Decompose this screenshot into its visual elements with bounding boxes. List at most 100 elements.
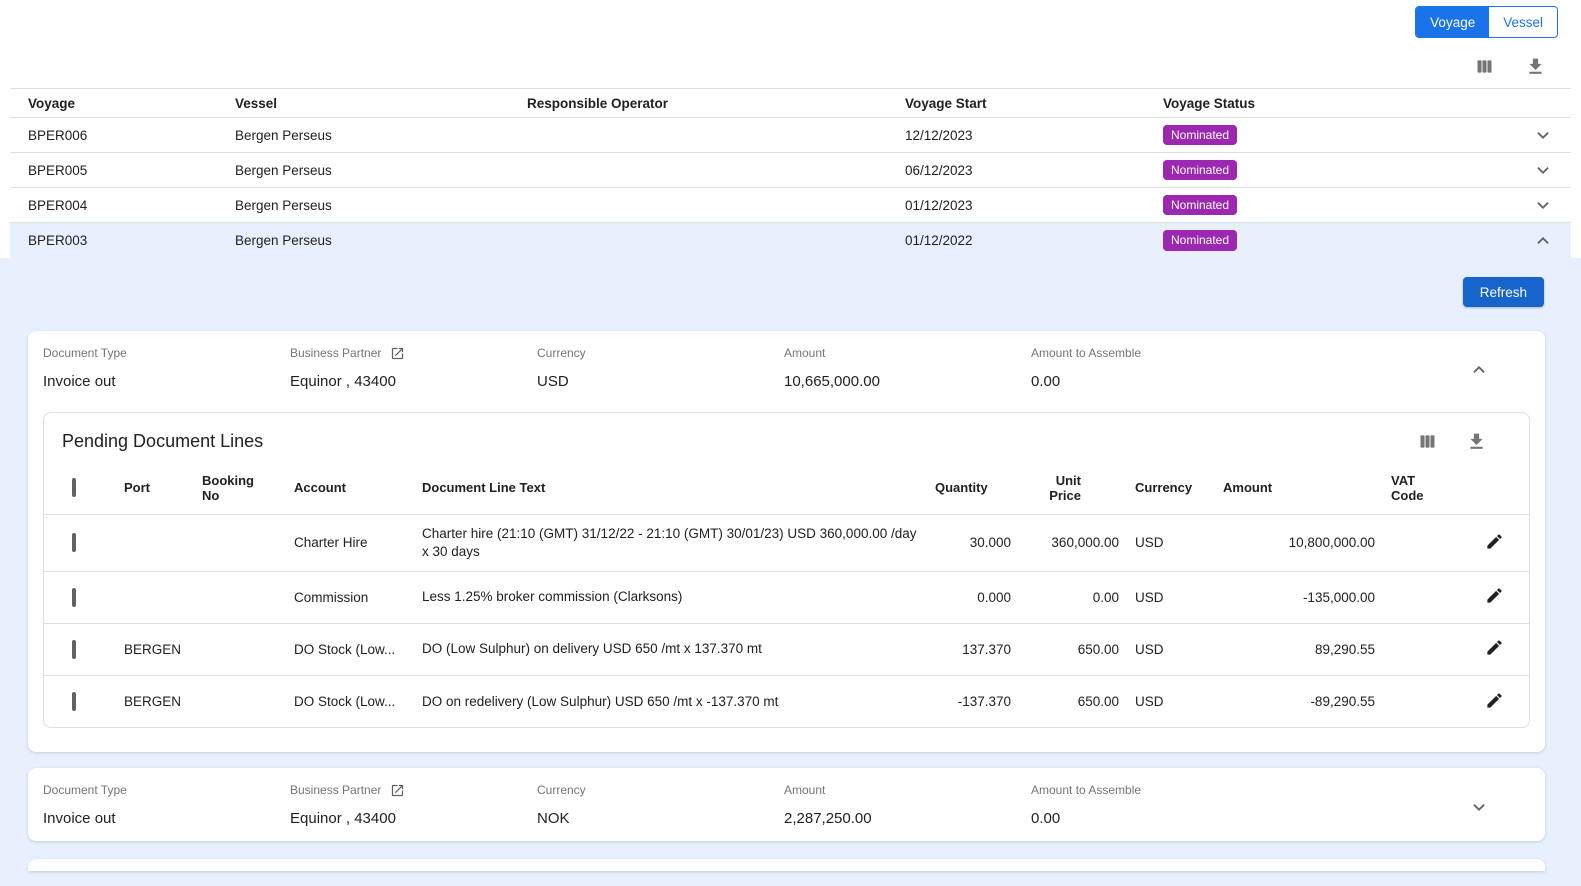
voyage-id: BPER006: [10, 128, 217, 143]
unit-price-cell: 360,000.00: [1011, 514, 1119, 571]
download-icon[interactable]: [1523, 54, 1548, 79]
vessel-name: Bergen Perseus: [217, 198, 509, 213]
document-type-field: Document Type Invoice out: [43, 782, 290, 827]
voyage-start-date: 12/12/2023: [887, 128, 1145, 143]
unit-price-cell: 650.00: [1011, 675, 1119, 727]
select-all-checkbox[interactable]: [72, 478, 76, 497]
voyage-management-page: Voyage Vessel Voyage Vessel Responsible …: [0, 0, 1581, 886]
amount-label: Amount: [784, 782, 1031, 798]
voyage-row-bper003-expanded[interactable]: BPER003 Bergen Perseus 01/12/2022 Nomina…: [10, 223, 1571, 258]
amount-to-assemble-label: Amount to Assemble: [1031, 345, 1278, 361]
pending-lines-table: Port Booking No Account Document Line Te…: [44, 462, 1529, 727]
edit-icon[interactable]: [1483, 689, 1506, 715]
quantity-cell: 0.000: [919, 571, 1011, 623]
header-voyage-start: Voyage Start: [887, 96, 1145, 111]
document-summary: Document Type Invoice out Business Partn…: [43, 345, 1530, 390]
vat-code-cell: [1375, 623, 1467, 675]
voyage-id: BPER004: [10, 198, 217, 213]
row-checkbox[interactable]: [72, 533, 76, 552]
view-columns-icon[interactable]: [1415, 429, 1440, 454]
document-type-value: Invoice out: [43, 373, 290, 390]
expand-document-chevron-down-icon[interactable]: [1468, 796, 1490, 821]
chevron-up-icon[interactable]: [1515, 230, 1571, 252]
header-amount: Amount: [1207, 462, 1375, 514]
amount-value: 2,287,250.00: [784, 810, 1031, 827]
pending-line-row: Charter Hire Charter hire (21:10 (GMT) 3…: [44, 514, 1529, 571]
header-responsible-operator: Responsible Operator: [509, 96, 887, 111]
header-unit-price: Unit Price: [1011, 462, 1119, 514]
vessel-name: Bergen Perseus: [217, 128, 509, 143]
row-checkbox[interactable]: [72, 692, 76, 711]
vessel-name: Bergen Perseus: [217, 233, 509, 248]
vessel-toggle-button[interactable]: Vessel: [1489, 7, 1557, 37]
edit-icon[interactable]: [1483, 636, 1506, 662]
chevron-down-icon[interactable]: [1515, 124, 1571, 146]
currency-cell: USD: [1119, 623, 1207, 675]
document-line-text-cell: Charter hire (21:10 (GMT) 31/12/22 - 21:…: [406, 514, 919, 571]
booking-no-cell: [186, 514, 278, 571]
pending-document-lines-title: Pending Document Lines: [62, 431, 263, 452]
row-checkbox[interactable]: [72, 640, 76, 659]
currency-cell: USD: [1119, 571, 1207, 623]
refresh-button[interactable]: Refresh: [1463, 277, 1544, 307]
voyage-row-bper005[interactable]: BPER005 Bergen Perseus 06/12/2023 Nomina…: [10, 153, 1571, 188]
account-cell: DO Stock (Low...: [278, 675, 406, 727]
port-cell: BERGEN: [108, 623, 186, 675]
vat-code-cell: [1375, 514, 1467, 571]
voyage-toggle-button[interactable]: Voyage: [1416, 7, 1489, 37]
header-port: Port: [108, 462, 186, 514]
document-summary: Document Type Invoice out Business Partn…: [43, 782, 1530, 827]
pending-document-lines-panel: Pending Document Lines: [43, 412, 1530, 728]
pending-line-row: BERGEN DO Stock (Low... DO (Low Sulphur)…: [44, 623, 1529, 675]
amount-cell: -135,000.00: [1207, 571, 1375, 623]
view-columns-icon[interactable]: [1472, 54, 1497, 79]
document-type-label: Document Type: [43, 782, 290, 798]
voyage-id: BPER003: [10, 233, 217, 248]
amount-to-assemble-field: Amount to Assemble 0.00: [1031, 782, 1278, 827]
status-badge: Nominated: [1163, 160, 1237, 180]
currency-field: Currency NOK: [537, 782, 784, 827]
business-partner-field: Business Partner Equinor , 43400: [290, 782, 537, 827]
currency-value: NOK: [537, 810, 784, 827]
document-card-usd: Document Type Invoice out Business Partn…: [28, 331, 1545, 752]
pending-line-row: Commission Less 1.25% broker commission …: [44, 571, 1529, 623]
document-type-value: Invoice out: [43, 810, 290, 827]
currency-label: Currency: [537, 782, 784, 798]
top-bar: Voyage Vessel: [0, 0, 1581, 44]
voyage-row-bper006[interactable]: BPER006 Bergen Perseus 12/12/2023 Nomina…: [10, 118, 1571, 153]
voyage-row-bper004[interactable]: BPER004 Bergen Perseus 01/12/2023 Nomina…: [10, 188, 1571, 223]
amount-to-assemble-field: Amount to Assemble 0.00: [1031, 345, 1278, 390]
chevron-down-icon[interactable]: [1515, 194, 1571, 216]
edit-icon[interactable]: [1483, 584, 1506, 610]
voyage-id: BPER005: [10, 163, 217, 178]
business-partner-value: Equinor , 43400: [290, 810, 537, 827]
amount-cell: -89,290.55: [1207, 675, 1375, 727]
vat-code-cell: [1375, 571, 1467, 623]
open-in-new-icon[interactable]: [388, 781, 407, 800]
edit-icon[interactable]: [1483, 530, 1506, 556]
booking-no-cell: [186, 675, 278, 727]
amount-cell: 10,800,000.00: [1207, 514, 1375, 571]
header-currency: Currency: [1119, 462, 1207, 514]
voyage-table-header: Voyage Vessel Responsible Operator Voyag…: [10, 89, 1571, 118]
currency-cell: USD: [1119, 514, 1207, 571]
business-partner-field: Business Partner Equinor , 43400: [290, 345, 537, 390]
document-type-label: Document Type: [43, 345, 290, 361]
download-icon[interactable]: [1464, 429, 1489, 454]
open-in-new-icon[interactable]: [388, 344, 407, 363]
amount-value: 10,665,000.00: [784, 373, 1031, 390]
account-cell: Charter Hire: [278, 514, 406, 571]
header-account: Account: [278, 462, 406, 514]
document-card-nok: Document Type Invoice out Business Partn…: [28, 768, 1545, 841]
account-cell: Commission: [278, 571, 406, 623]
voyage-vessel-toggle: Voyage Vessel: [1415, 6, 1558, 38]
voyage-table: Voyage Vessel Responsible Operator Voyag…: [10, 88, 1571, 258]
row-checkbox[interactable]: [72, 588, 76, 607]
document-line-text-cell: DO (Low Sulphur) on delivery USD 650 /mt…: [406, 623, 919, 675]
vessel-name: Bergen Perseus: [217, 163, 509, 178]
collapse-document-chevron-up-icon[interactable]: [1468, 359, 1490, 384]
amount-field: Amount 2,287,250.00: [784, 782, 1031, 827]
document-card-partial[interactable]: [28, 859, 1545, 871]
chevron-down-icon[interactable]: [1515, 159, 1571, 181]
status-badge: Nominated: [1163, 230, 1237, 250]
